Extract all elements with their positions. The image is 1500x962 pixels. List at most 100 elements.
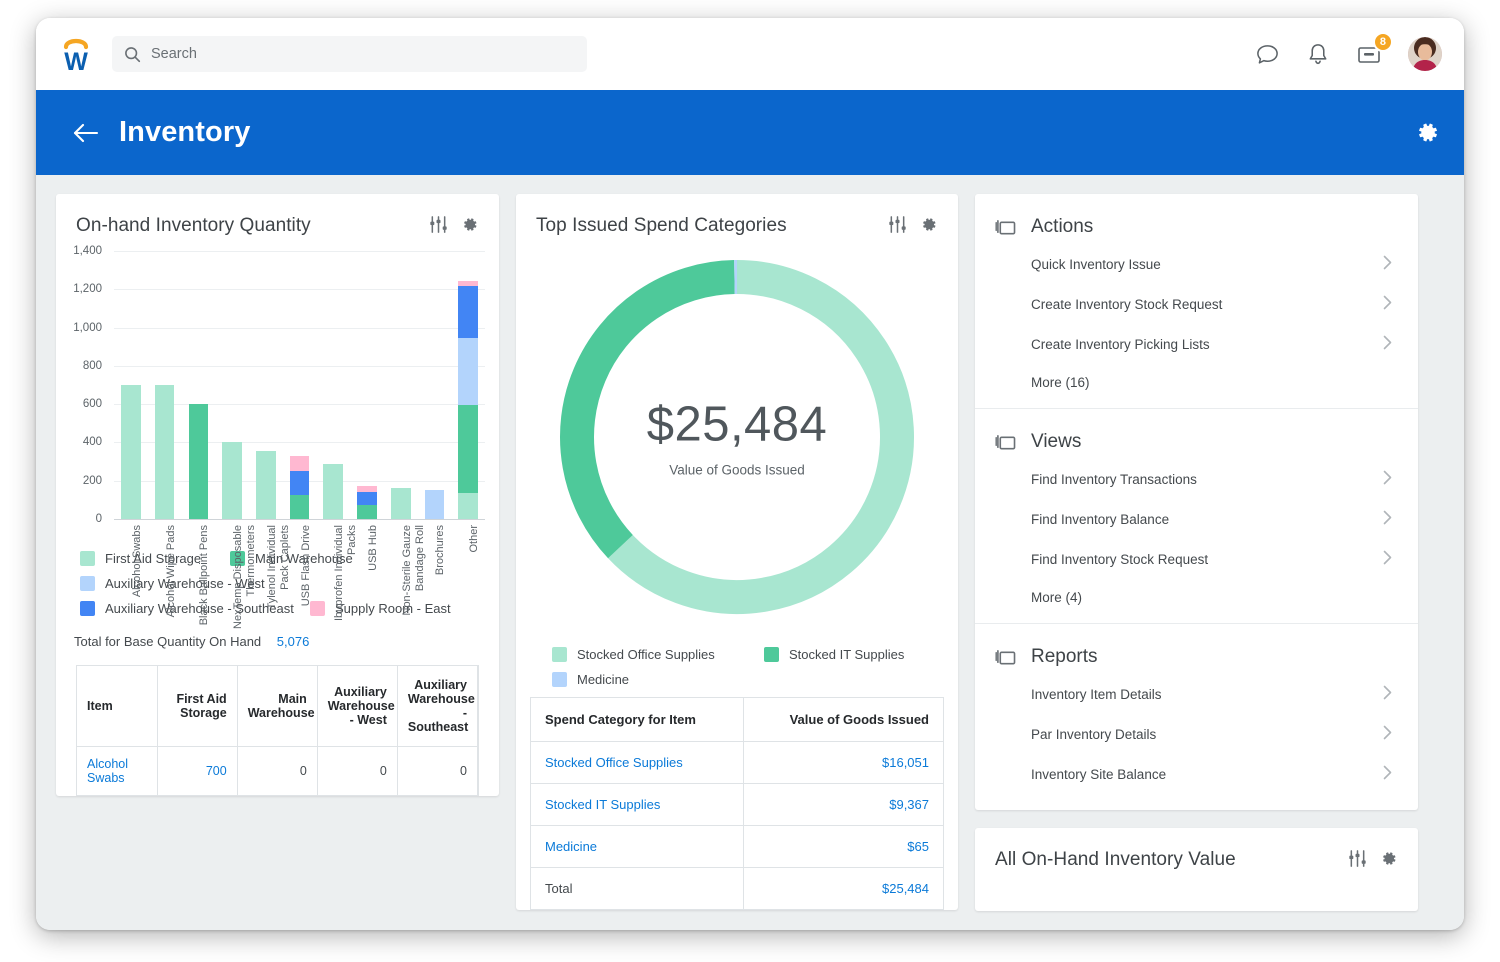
card-gear-icon[interactable] xyxy=(919,215,938,234)
bar-slot[interactable] xyxy=(316,251,350,519)
toolbar-icons: 8 xyxy=(1255,37,1442,71)
table-cell[interactable]: $65 xyxy=(744,826,943,868)
bar-slot[interactable] xyxy=(215,251,249,519)
bell-icon[interactable] xyxy=(1306,42,1330,67)
table-cell[interactable]: Stocked Office Supplies xyxy=(531,742,744,784)
legend-item[interactable]: Medicine xyxy=(552,672,629,687)
card-header: On-hand Inventory Quantity xyxy=(56,194,499,237)
stacked-bar[interactable] xyxy=(121,385,141,519)
bar-slot[interactable] xyxy=(114,251,148,519)
bar-slot[interactable] xyxy=(418,251,452,519)
bar-segment[interactable] xyxy=(256,451,276,519)
stacked-bar[interactable] xyxy=(189,404,209,519)
bar-segment[interactable] xyxy=(357,492,377,505)
panel-item[interactable]: Create Inventory Stock Request xyxy=(995,284,1394,324)
bar-segment[interactable] xyxy=(290,495,310,520)
workday-logo-icon[interactable]: W xyxy=(54,32,98,76)
card-gear-icon[interactable] xyxy=(460,215,479,234)
table-column-header[interactable]: Main Warehouse xyxy=(237,666,317,747)
legend-item[interactable]: Stocked IT Supplies xyxy=(764,647,904,662)
avatar[interactable] xyxy=(1408,37,1442,71)
card-gear-icon[interactable] xyxy=(1379,849,1398,868)
bar-chart: 02004006008001,0001,2001,400 Alcohol Swa… xyxy=(56,237,499,541)
back-arrow-icon[interactable] xyxy=(72,122,100,144)
panel-item[interactable]: Find Inventory Balance xyxy=(995,499,1394,539)
panel-more-link[interactable]: More (16) xyxy=(995,364,1394,392)
legend-swatch xyxy=(764,647,779,662)
table-cell[interactable]: $16,051 xyxy=(744,742,943,784)
table-column-header[interactable]: Value of Goods Issued xyxy=(744,698,943,742)
bar-segment[interactable] xyxy=(458,405,478,493)
search-bar[interactable] xyxy=(112,36,587,72)
stacked-bar[interactable] xyxy=(323,464,343,519)
table-cell[interactable]: Medicine xyxy=(531,826,744,868)
bar-segment[interactable] xyxy=(290,456,310,471)
table-cell[interactable]: 700 xyxy=(157,747,237,796)
stacked-bar[interactable] xyxy=(290,456,310,519)
chevron-right-icon xyxy=(1383,685,1392,703)
legend-swatch xyxy=(80,576,95,591)
stacked-bar[interactable] xyxy=(425,490,445,519)
legend-label: Stocked IT Supplies xyxy=(789,647,904,662)
stacked-bar[interactable] xyxy=(155,385,175,519)
bar-slot[interactable] xyxy=(181,251,215,519)
panel-item[interactable]: Find Inventory Stock Request xyxy=(995,539,1394,579)
panel-item[interactable]: Par Inventory Details xyxy=(995,714,1394,754)
table-column-header[interactable]: Spend Category for Item xyxy=(531,698,744,742)
bar-segment[interactable] xyxy=(425,490,445,519)
panel-item[interactable]: Inventory Item Details xyxy=(995,674,1394,714)
filter-sliders-icon[interactable] xyxy=(429,215,448,234)
panel-section-title: Reports xyxy=(1031,646,1098,668)
inbox-icon[interactable]: 8 xyxy=(1356,42,1382,66)
table-row: Stocked Office Supplies$16,051 xyxy=(531,742,943,784)
table-column-header[interactable]: Auxiliary Warehouse - West xyxy=(317,666,397,747)
bar-slot[interactable] xyxy=(350,251,384,519)
bar-segment[interactable] xyxy=(458,286,478,338)
page-header: Inventory xyxy=(36,90,1464,175)
table-row: Stocked IT Supplies$9,367 xyxy=(531,784,943,826)
bar-slot[interactable] xyxy=(384,251,418,519)
bar-segment[interactable] xyxy=(391,488,411,519)
panel-item[interactable]: Create Inventory Picking Lists xyxy=(995,324,1394,364)
bar-segment[interactable] xyxy=(323,464,343,519)
panel-item[interactable]: Find Inventory Transactions xyxy=(995,459,1394,499)
bar-segment[interactable] xyxy=(121,385,141,519)
bar-slot[interactable] xyxy=(148,251,182,519)
table-column-header[interactable]: First Aid Storage xyxy=(157,666,237,747)
filter-sliders-icon[interactable] xyxy=(1348,849,1367,868)
bar-segment[interactable] xyxy=(357,505,377,519)
settings-gear-icon[interactable] xyxy=(1415,120,1440,145)
bar-segment[interactable] xyxy=(458,493,478,519)
stacked-bar[interactable] xyxy=(222,442,242,519)
bar-segment[interactable] xyxy=(222,442,242,519)
stacked-bar[interactable] xyxy=(357,486,377,519)
panel-more-link[interactable]: More (4) xyxy=(995,579,1394,607)
bar-segment[interactable] xyxy=(189,404,209,519)
search-input[interactable] xyxy=(151,46,575,62)
y-axis-tick: 1,000 xyxy=(62,322,106,334)
card-title: On-hand Inventory Quantity xyxy=(76,215,311,237)
bar-segment[interactable] xyxy=(290,471,310,495)
table-cell[interactable]: Alcohol Swabs xyxy=(77,747,157,796)
bar-slot[interactable] xyxy=(451,251,485,519)
chat-icon[interactable] xyxy=(1255,42,1280,67)
bar-segment[interactable] xyxy=(458,338,478,405)
table-cell[interactable]: $25,484 xyxy=(744,868,943,910)
legend-swatch xyxy=(552,672,567,687)
table-cell[interactable]: $9,367 xyxy=(744,784,943,826)
table-cell[interactable]: Stocked IT Supplies xyxy=(531,784,744,826)
stacked-bar[interactable] xyxy=(391,488,411,519)
stacked-bar[interactable] xyxy=(458,281,478,519)
table-column-header[interactable]: Item xyxy=(77,666,157,747)
legend-item[interactable]: Stocked Office Supplies xyxy=(552,647,764,662)
x-axis-slot: Ibuprofen Individual Packs xyxy=(316,523,350,643)
bar-slot[interactable] xyxy=(249,251,283,519)
x-axis-tick: Alcohol Swabs xyxy=(131,525,144,597)
panel-item[interactable]: Inventory Site Balance xyxy=(995,754,1394,794)
filter-sliders-icon[interactable] xyxy=(888,215,907,234)
panel-item[interactable]: Quick Inventory Issue xyxy=(995,244,1394,284)
stacked-bar[interactable] xyxy=(256,451,276,519)
bar-segment[interactable] xyxy=(155,385,175,519)
table-column-header[interactable]: Auxiliary Warehouse - Southeast xyxy=(397,666,477,747)
bar-slot[interactable] xyxy=(283,251,317,519)
